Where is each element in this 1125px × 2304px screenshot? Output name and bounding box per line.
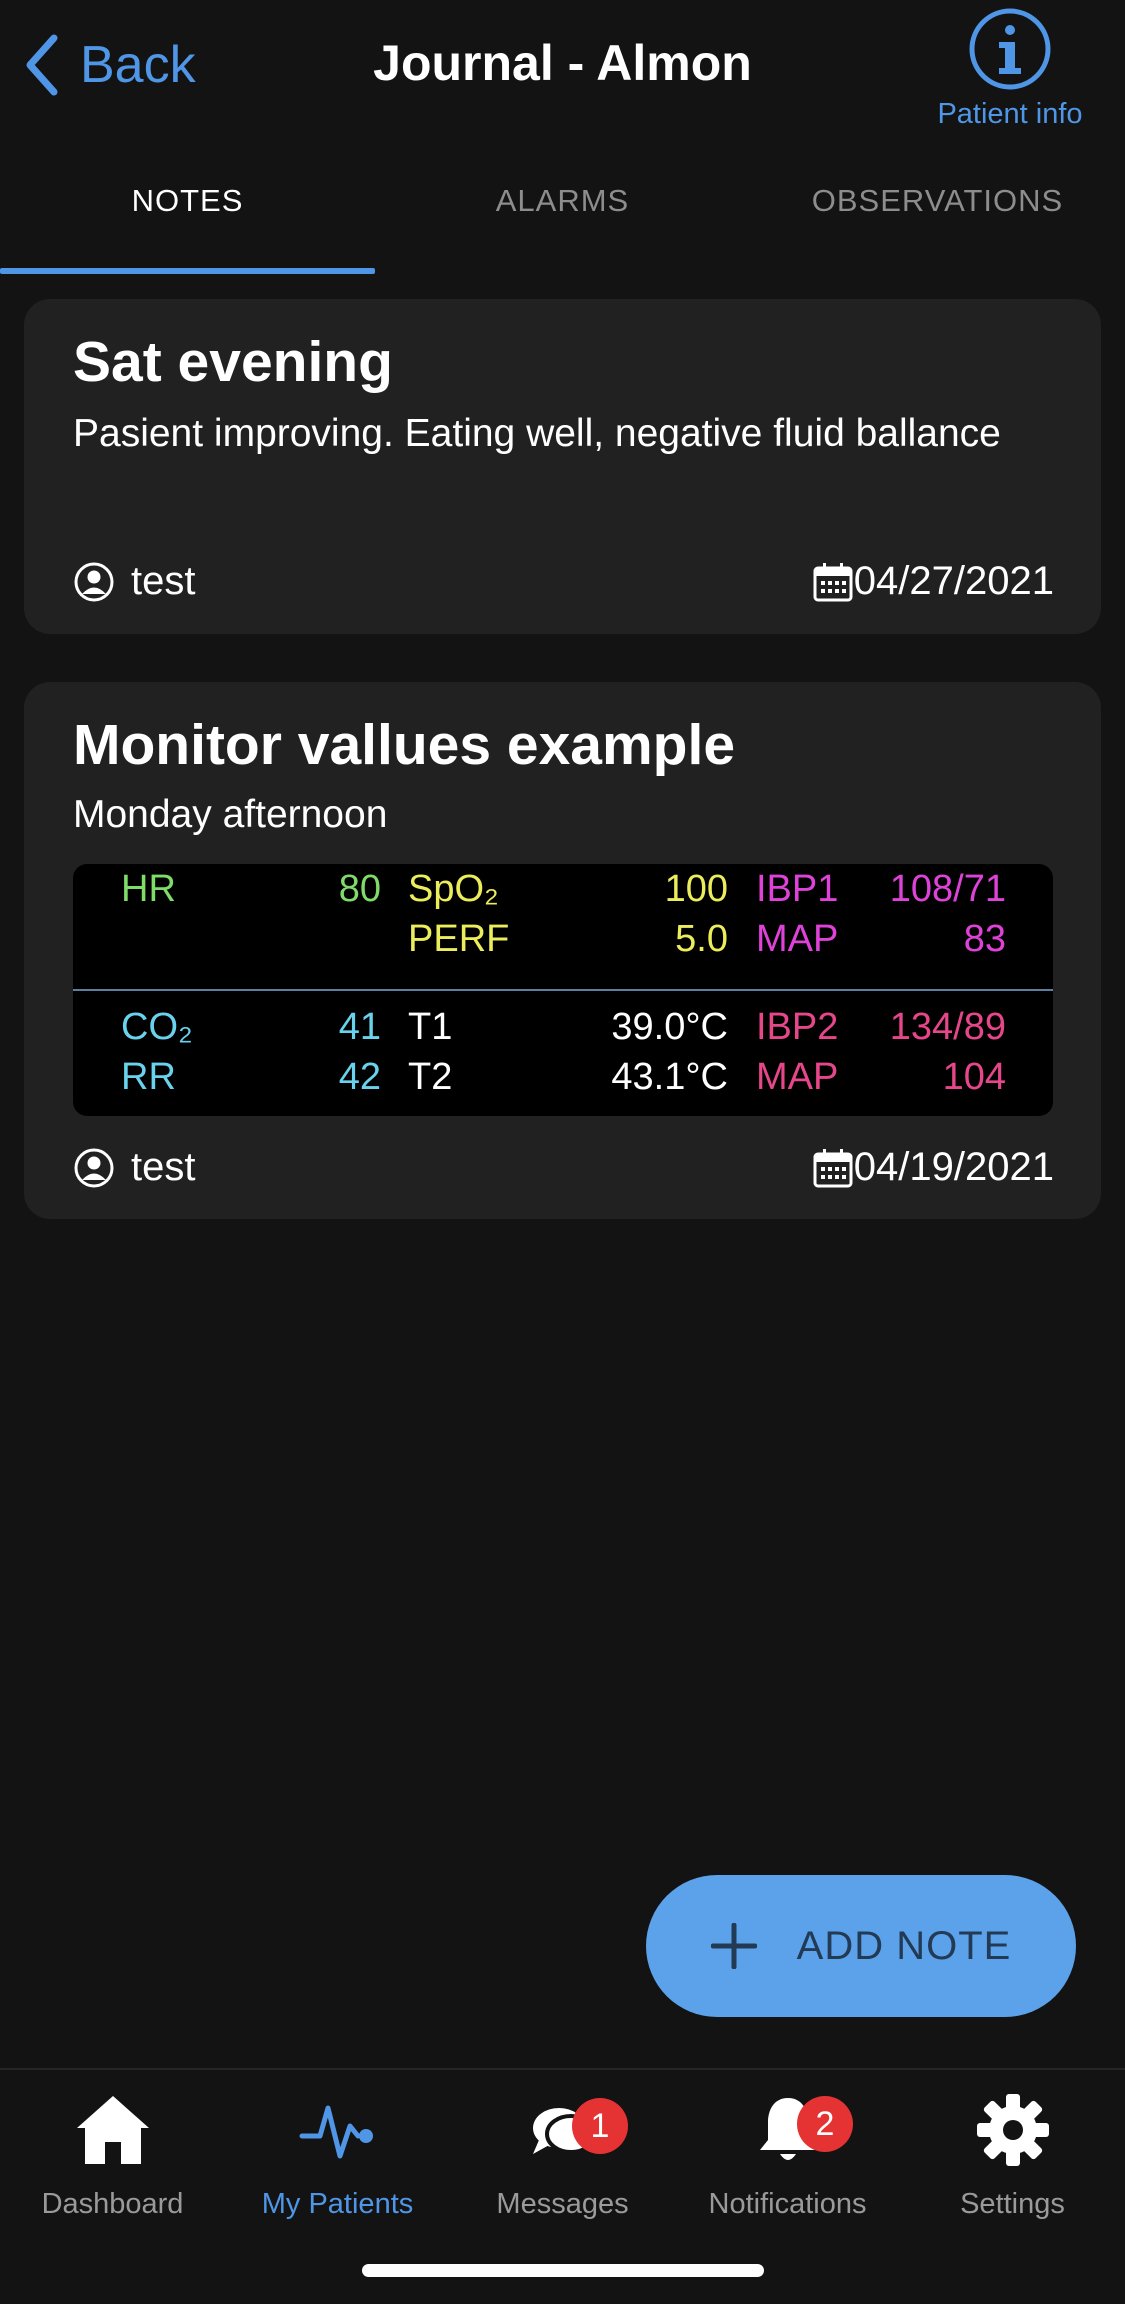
monitor-values-panel: HR 80 SpO₂ 100 PERF 5.0 IBP1 108/71 MAP … xyxy=(73,864,1053,1116)
note-author: test xyxy=(73,1145,195,1190)
note-date: 04/27/2021 xyxy=(812,559,1054,604)
note-author: test xyxy=(73,559,195,604)
home-indicator xyxy=(362,2264,764,2277)
spo2-value: 100 xyxy=(664,868,728,910)
ibp2-value: 134/89 xyxy=(889,1006,1006,1048)
home-icon xyxy=(76,2096,149,2164)
gear-icon xyxy=(976,2094,1049,2166)
note-text: Monday afternoon xyxy=(73,793,388,836)
nav-settings[interactable]: Settings xyxy=(900,2090,1125,2221)
note-date-value: 04/19/2021 xyxy=(853,1145,1054,1189)
note-date: 04/19/2021 xyxy=(812,1145,1054,1190)
heartbeat-icon xyxy=(299,2105,373,2159)
ibp1-value: 108/71 xyxy=(889,868,1006,910)
map2-label: MAP xyxy=(756,1056,839,1098)
plus-icon xyxy=(710,1923,757,1969)
patient-info-button[interactable]: Patient info xyxy=(920,6,1100,131)
ibp1-label: IBP1 xyxy=(756,868,839,910)
calendar-icon xyxy=(813,562,853,601)
add-note-button[interactable]: ADD NOTE xyxy=(646,1875,1076,2017)
t2-label: T2 xyxy=(408,1056,453,1098)
active-tab-indicator xyxy=(0,268,375,274)
tab-notes[interactable]: NOTES xyxy=(0,183,375,219)
map2-value: 104 xyxy=(942,1056,1006,1098)
tab-alarms[interactable]: ALARMS xyxy=(375,183,750,219)
t2-value: 43.1°C xyxy=(611,1056,728,1098)
map1-value: 83 xyxy=(963,918,1006,960)
nav-label: Settings xyxy=(960,2188,1065,2220)
info-icon xyxy=(969,8,1051,90)
nav-dashboard[interactable]: Dashboard xyxy=(0,2090,225,2221)
hr-label: HR xyxy=(121,868,176,910)
perf-value: 5.0 xyxy=(675,918,728,960)
nav-label: Dashboard xyxy=(41,2188,184,2220)
note-author-name: test xyxy=(131,559,196,603)
user-circle-icon xyxy=(74,1148,114,1187)
note-card[interactable]: Monitor vallues example Monday afternoon… xyxy=(24,682,1101,1219)
map1-label: MAP xyxy=(756,918,839,960)
co2-label: CO₂ xyxy=(121,1006,193,1048)
spo2-label: SpO₂ xyxy=(408,868,499,910)
nav-label: Notifications xyxy=(708,2188,867,2220)
rr-value: 42 xyxy=(338,1056,381,1098)
note-title: Monitor vallues example xyxy=(73,713,736,777)
hr-value: 80 xyxy=(338,868,381,910)
user-circle-icon xyxy=(74,562,114,601)
nav-label: My Patients xyxy=(261,2188,414,2220)
t1-value: 39.0°C xyxy=(611,1006,728,1048)
calendar-icon xyxy=(813,1148,853,1187)
note-text: Pasient improving. Eating well, negative… xyxy=(73,412,1001,455)
note-card[interactable]: Sat evening Pasient improving. Eating we… xyxy=(24,299,1101,634)
messages-badge: 1 xyxy=(572,2098,628,2154)
t1-label: T1 xyxy=(408,1006,453,1048)
nav-label: Messages xyxy=(496,2188,629,2220)
notifications-badge: 2 xyxy=(797,2096,853,2152)
nav-my-patients[interactable]: My Patients xyxy=(225,2090,450,2221)
co2-value: 41 xyxy=(338,1006,381,1048)
note-author-name: test xyxy=(131,1145,196,1189)
rr-label: RR xyxy=(121,1056,176,1098)
note-title: Sat evening xyxy=(73,330,393,394)
patient-info-label: Patient info xyxy=(937,98,1083,130)
note-date-value: 04/27/2021 xyxy=(853,559,1054,603)
tab-observations[interactable]: OBSERVATIONS xyxy=(750,183,1125,219)
perf-label: PERF xyxy=(408,918,510,960)
monitor-divider xyxy=(73,989,1053,991)
add-note-label: ADD NOTE xyxy=(796,1923,1012,1968)
nav-messages[interactable]: Messages 1 xyxy=(450,2090,675,2221)
nav-notifications[interactable]: Notifications 2 xyxy=(675,2090,900,2221)
ibp2-label: IBP2 xyxy=(756,1006,839,1048)
